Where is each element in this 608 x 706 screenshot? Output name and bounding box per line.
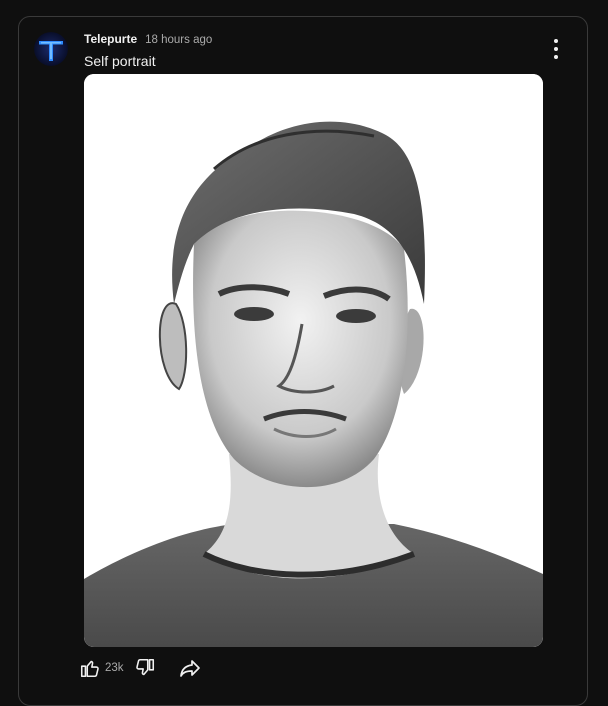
post-header: Telepurte 18 hours ago bbox=[84, 32, 212, 46]
post-image[interactable] bbox=[84, 74, 543, 647]
more-vertical-icon-dot bbox=[554, 47, 558, 51]
post-text: Self portrait bbox=[84, 53, 156, 69]
action-bar: 23k bbox=[79, 657, 202, 679]
author-avatar[interactable] bbox=[34, 32, 68, 66]
post-time[interactable]: 18 hours ago bbox=[145, 34, 212, 46]
more-vertical-icon-dot bbox=[554, 55, 558, 59]
like-button[interactable] bbox=[79, 657, 101, 679]
more-vertical-icon bbox=[554, 39, 558, 43]
thumbs-up-icon bbox=[80, 660, 99, 678]
portrait-drawing bbox=[84, 74, 543, 647]
author-name[interactable]: Telepurte bbox=[84, 32, 137, 46]
more-options-button[interactable] bbox=[547, 39, 565, 59]
thumbs-down-icon bbox=[135, 658, 154, 676]
share-button[interactable] bbox=[178, 657, 202, 679]
post-card: Telepurte 18 hours ago Self portrait 23k bbox=[18, 16, 588, 706]
dislike-button[interactable] bbox=[134, 657, 156, 679]
share-icon bbox=[179, 660, 200, 677]
avatar-logo-icon bbox=[34, 32, 68, 66]
like-count: 23k bbox=[105, 662, 124, 674]
